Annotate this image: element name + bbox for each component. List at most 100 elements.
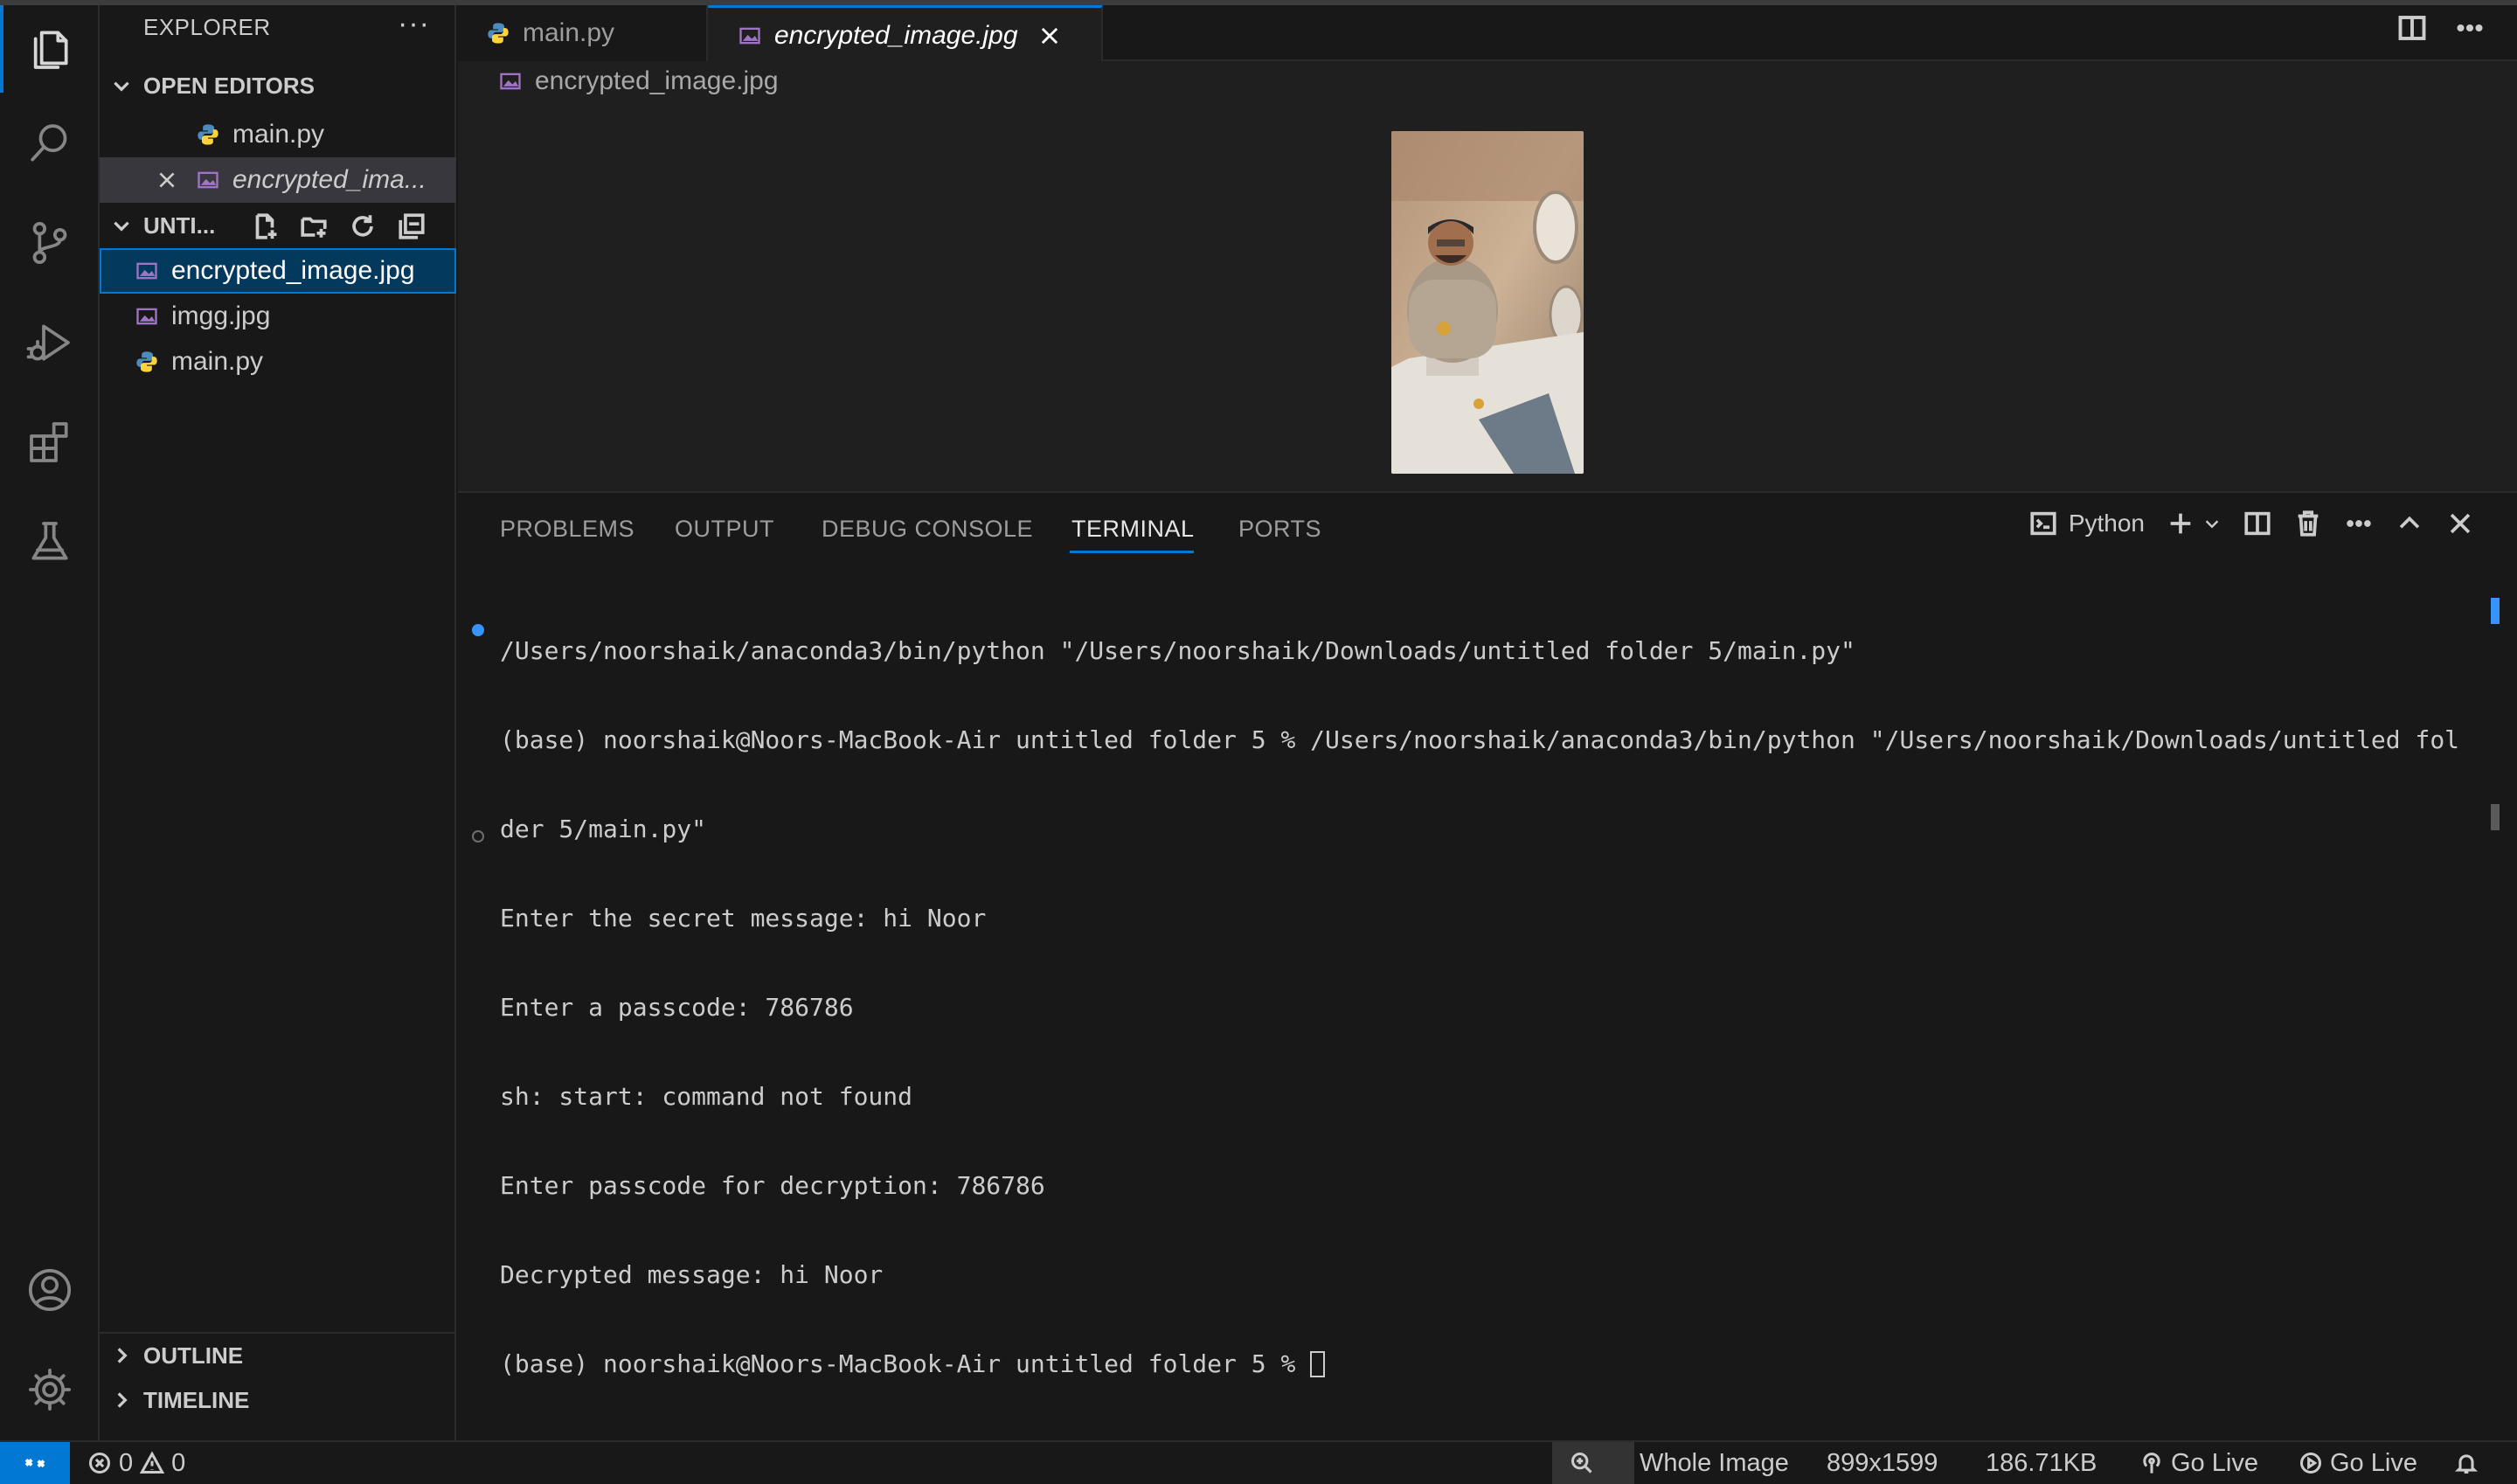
manage-activity[interactable] xyxy=(0,1346,100,1433)
chevron-down-icon[interactable] xyxy=(2202,514,2222,533)
notifications-button[interactable] xyxy=(2454,1442,2479,1484)
testing-icon xyxy=(31,522,68,560)
remote-indicator[interactable] xyxy=(0,1442,70,1484)
go-live-button[interactable]: Go Live xyxy=(2139,1442,2258,1484)
search-activity[interactable] xyxy=(0,100,100,187)
close-icon[interactable] xyxy=(156,169,178,191)
chevron-right-icon xyxy=(100,1344,143,1367)
active-tab-indicator xyxy=(1070,551,1194,553)
go-live-label: Go Live xyxy=(2171,1448,2258,1477)
accounts-activity[interactable] xyxy=(0,1246,100,1334)
collapse-all-icon[interactable] xyxy=(397,212,426,241)
tab-debug-console[interactable]: DEBUG CONSOLE xyxy=(822,516,1033,543)
warning-icon xyxy=(140,1451,165,1474)
error-count: 0 xyxy=(119,1448,134,1477)
close-icon[interactable] xyxy=(1037,24,1062,48)
file-label: main.py xyxy=(171,347,264,376)
image-dimensions: 899x1599 xyxy=(1827,1448,1938,1477)
image-preview-editor: encrypted_image.jpg xyxy=(458,61,2517,491)
new-file-icon[interactable] xyxy=(250,212,280,241)
file-item[interactable]: imgg.jpg xyxy=(100,294,456,339)
new-terminal-icon[interactable] xyxy=(2166,509,2195,538)
more-actions-icon[interactable] xyxy=(2344,509,2374,538)
editor-tab-bar: main.py encrypted_image.jpg xyxy=(458,5,2517,63)
tab-ports[interactable]: PORTS xyxy=(1238,516,1321,543)
image-file-icon xyxy=(136,262,157,280)
testing-activity[interactable] xyxy=(0,498,100,586)
timeline-section[interactable]: TIMELINE xyxy=(100,1377,456,1423)
error-icon xyxy=(88,1452,111,1474)
scrollbar-marker[interactable] xyxy=(2491,598,2500,624)
split-editor-icon[interactable] xyxy=(2396,12,2428,44)
image-file-icon xyxy=(739,27,760,44)
terminal-line: Decrypted message: hi Noor xyxy=(500,1260,884,1289)
panel-actions: Python xyxy=(2028,509,2475,538)
breadcrumb[interactable]: encrypted_image.jpg xyxy=(498,66,779,96)
tab-terminal[interactable]: TERMINAL xyxy=(1071,516,1195,543)
search-icon xyxy=(31,124,67,162)
chevron-right-icon xyxy=(100,1389,143,1411)
open-editor-item[interactable]: encrypted_ima... xyxy=(100,157,456,203)
explorer-activity[interactable] xyxy=(0,5,100,93)
open-editor-label: encrypted_ima... xyxy=(232,165,426,194)
maximize-panel-icon[interactable] xyxy=(2395,509,2424,538)
go-live-label: Go Live xyxy=(2330,1448,2417,1477)
new-folder-icon[interactable] xyxy=(299,212,329,241)
run-debug-activity[interactable] xyxy=(0,299,100,386)
close-panel-icon[interactable] xyxy=(2445,509,2475,538)
image-preview[interactable] xyxy=(1391,131,1584,474)
scrollbar-thumb[interactable] xyxy=(2491,804,2500,830)
python-file-icon xyxy=(136,351,157,372)
extensions-icon xyxy=(30,422,68,462)
extensions-activity[interactable] xyxy=(0,399,100,486)
chevron-down-icon xyxy=(100,214,143,237)
terminal-profile[interactable]: Python xyxy=(2028,509,2145,538)
editor-actions xyxy=(2396,12,2486,44)
tab-output[interactable]: OUTPUT xyxy=(675,516,774,543)
tab-label: main.py xyxy=(523,18,615,47)
source-control-activity[interactable] xyxy=(0,199,100,287)
open-editor-item[interactable]: main.py xyxy=(100,112,456,157)
terminal-line: der 5/main.py" xyxy=(500,815,707,843)
tab-encrypted-image[interactable]: encrypted_image.jpg xyxy=(708,5,1103,63)
bottom-panel: PROBLEMS OUTPUT DEBUG CONSOLE TERMINAL P… xyxy=(458,491,2517,1440)
terminal-profile-label: Python xyxy=(2068,510,2145,537)
file-item-selected[interactable]: encrypted_image.jpg xyxy=(100,248,456,294)
explorer-title: EXPLORER xyxy=(143,14,271,40)
breadcrumb-label: encrypted_image.jpg xyxy=(535,66,779,95)
folder-section[interactable]: UNTI... xyxy=(100,203,456,248)
bell-icon xyxy=(2455,1454,2478,1474)
image-file-icon xyxy=(198,171,218,189)
trash-icon[interactable] xyxy=(2293,509,2323,538)
more-actions-icon[interactable]: ··· xyxy=(398,7,430,41)
image-file-icon xyxy=(136,308,157,325)
terminal-line: Enter the secret message: hi Noor xyxy=(500,904,987,933)
go-live-button-2[interactable]: Go Live xyxy=(2299,1442,2417,1484)
terminal-line: (base) noorshaik@Noors-MacBook-Air untit… xyxy=(500,725,2460,754)
problems-status[interactable]: 0 0 xyxy=(87,1442,185,1484)
tab-main-py[interactable]: main.py xyxy=(458,5,708,61)
play-circle-icon xyxy=(2299,1452,2322,1474)
terminal-prompt: (base) noorshaik@Noors-MacBook-Air untit… xyxy=(500,1349,1311,1378)
broadcast-icon xyxy=(2143,1453,2160,1474)
command-pending-dot[interactable] xyxy=(472,830,484,843)
terminal-line: sh: start: command not found xyxy=(500,1082,913,1111)
tab-label: encrypted_image.jpg xyxy=(774,20,1018,50)
activity-bar xyxy=(0,5,100,1440)
file-item[interactable]: main.py xyxy=(100,339,456,385)
remote-icon xyxy=(24,1458,45,1468)
terminal-icon xyxy=(2030,511,2056,536)
open-editors-section[interactable]: OPEN EDITORS xyxy=(100,63,456,108)
terminal-output[interactable]: /Users/noorshaik/anaconda3/bin/python "/… xyxy=(500,577,2475,1439)
python-file-icon xyxy=(198,124,218,145)
command-success-dot[interactable] xyxy=(472,624,484,636)
terminal-cursor xyxy=(1310,1351,1326,1377)
outline-section[interactable]: OUTLINE xyxy=(100,1332,456,1377)
zoom-mode[interactable]: Whole Image xyxy=(1640,1442,1789,1484)
folder-actions xyxy=(250,212,426,241)
split-terminal-icon[interactable] xyxy=(2243,509,2272,538)
zoom-button[interactable] xyxy=(1570,1442,1594,1484)
refresh-icon[interactable] xyxy=(348,212,378,241)
more-actions-icon[interactable] xyxy=(2454,12,2486,44)
tab-problems[interactable]: PROBLEMS xyxy=(500,516,634,543)
